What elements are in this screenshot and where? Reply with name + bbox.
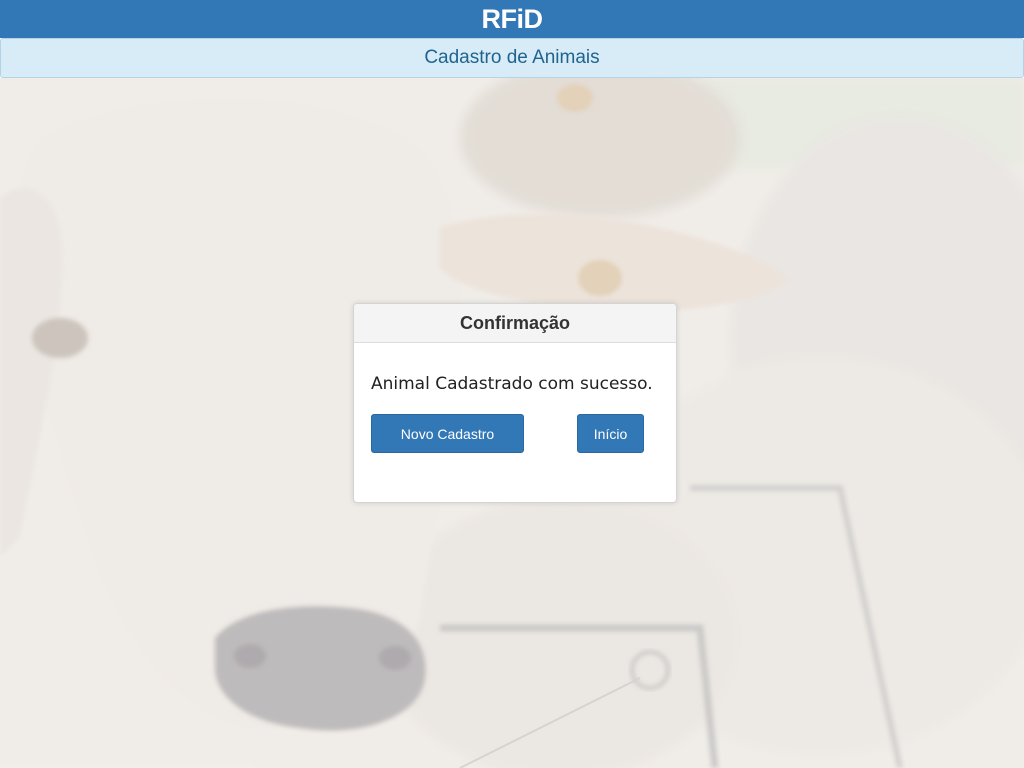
- confirmation-dialog: Confirmação Animal Cadastrado com sucess…: [353, 303, 677, 503]
- page-title: Cadastro de Animais: [424, 47, 600, 68]
- dialog-message: Animal Cadastrado com sucesso.: [371, 374, 653, 394]
- app-window: RFiD Cadastro de Animais Confirmação Ani…: [0, 0, 1024, 768]
- app-title: RFiD: [481, 3, 544, 34]
- dialog-title: Confirmação: [459, 312, 571, 333]
- app-header: RFiD: [0, 0, 1024, 38]
- page-header: Cadastro de Animais: [0, 38, 1024, 78]
- new-registration-button[interactable]: Novo Cadastro: [371, 414, 524, 453]
- home-button[interactable]: Início: [577, 414, 644, 453]
- dialog-header: Confirmação: [354, 304, 676, 343]
